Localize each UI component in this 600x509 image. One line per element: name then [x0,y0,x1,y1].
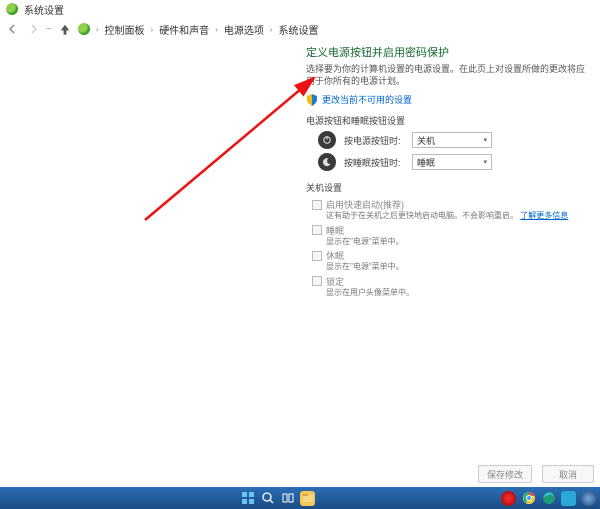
content-area: 定义电源按钮并启用密码保护 选择要为你的计算机设置的电源设置。在此页上对设置所做… [0,40,600,469]
power-icon [318,131,336,149]
forward-button[interactable] [26,22,40,36]
chrome-icon[interactable] [521,491,536,506]
chevron-down-icon: ▾ [483,136,487,144]
button-bar: 保存修改 取消 [478,463,594,485]
cancel-button[interactable]: 取消 [542,465,594,483]
chevron-icon: › [96,25,99,34]
explorer-icon[interactable] [300,491,315,506]
power-button-label: 按电源按钮时: [344,134,404,147]
taskbar [0,487,600,509]
navbar: ~ › 控制面板 › 硬件和声音 › 电源选项 › 系统设置 [0,18,600,40]
opt-label: 启用快速启动(推荐) [326,198,404,211]
crumb-hardware[interactable]: 硬件和声音 [159,22,209,37]
power-button-row: 按电源按钮时: 关机 ▾ [318,131,586,149]
crumb-control-panel[interactable]: 控制面板 [105,22,145,37]
checkbox-sleep[interactable] [312,225,322,235]
window-title: 系统设置 [24,2,64,17]
page-subtitle: 选择要为你的计算机设置的电源设置。在此页上对设置所做的更改将应用于你所有的电源计… [306,64,586,87]
shutdown-heading: 关机设置 [306,181,586,194]
section-buttons-heading: 电源按钮和睡眠按钮设置 [306,114,586,127]
checkbox-hibernate[interactable] [312,251,322,261]
sleep-button-select[interactable]: 睡眠 ▾ [412,154,492,170]
checkbox-fast-startup[interactable] [312,200,322,210]
opt-label: 休眠 [326,249,344,262]
change-settings-row: 更改当前不可用的设置 [306,93,586,106]
sleep-button-label: 按睡眠按钮时: [344,156,404,169]
page-title: 定义电源按钮并启用密码保护 [306,44,586,60]
back-button[interactable] [6,22,20,36]
opt-lock: 锁定 显示在用户头像菜单中。 [312,275,586,298]
edge-icon[interactable] [541,491,556,506]
nav-sep: ~ [46,24,52,35]
crumb-power-options[interactable]: 电源选项 [224,22,264,37]
sleep-button-row: 按睡眠按钮时: 睡眠 ▾ [318,153,586,171]
opt-desc: 这有助于在关机之后更快地启动电脑。不会影响重启。 [326,211,518,220]
opt-label: 锁定 [326,275,344,288]
up-button[interactable] [58,22,72,36]
opt-hibernate: 休眠 显示在"电源"菜单中。 [312,249,586,272]
tray-app-3-icon[interactable] [581,491,596,506]
chevron-icon: › [215,25,218,34]
shutdown-section: 关机设置 启用快速启动(推荐) 这有助于在关机之后更快地启动电脑。不会影响重启。… [306,181,586,298]
opt-desc: 显示在"电源"菜单中。 [326,237,586,247]
opt-sleep: 睡眠 显示在"电源"菜单中。 [312,224,586,247]
power-button-select[interactable]: 关机 ▾ [412,132,492,148]
checkbox-lock[interactable] [312,276,322,286]
opt-fast-startup: 启用快速启动(推荐) 这有助于在关机之后更快地启动电脑。不会影响重启。 了解更多… [312,198,586,221]
learn-more-link[interactable]: 了解更多信息 [520,211,568,220]
opt-desc: 显示在"电源"菜单中。 [326,262,586,272]
search-icon[interactable] [260,491,275,506]
app-icon [6,3,18,15]
page-body: 定义电源按钮并启用密码保护 选择要为你的计算机设置的电源设置。在此页上对设置所做… [306,44,586,300]
change-unavailable-link[interactable]: 更改当前不可用的设置 [322,93,412,106]
chevron-down-icon: ▾ [483,158,487,166]
sleep-button-value: 睡眠 [417,156,435,169]
opt-desc: 显示在用户头像菜单中。 [326,288,586,298]
sleep-icon [318,153,336,171]
tray-app-1-icon[interactable] [501,491,516,506]
opt-label: 睡眠 [326,224,344,237]
control-panel-icon [78,23,90,35]
shield-icon [306,94,318,106]
titlebar: 系统设置 [0,0,600,18]
save-button[interactable]: 保存修改 [478,465,532,483]
task-view-icon[interactable] [280,491,295,506]
chevron-icon: › [151,25,154,34]
power-button-value: 关机 [417,134,435,147]
tray-app-2-icon[interactable] [561,491,576,506]
chevron-icon: › [270,25,273,34]
start-icon[interactable] [240,491,255,506]
crumb-system-settings: 系统设置 [279,22,319,37]
